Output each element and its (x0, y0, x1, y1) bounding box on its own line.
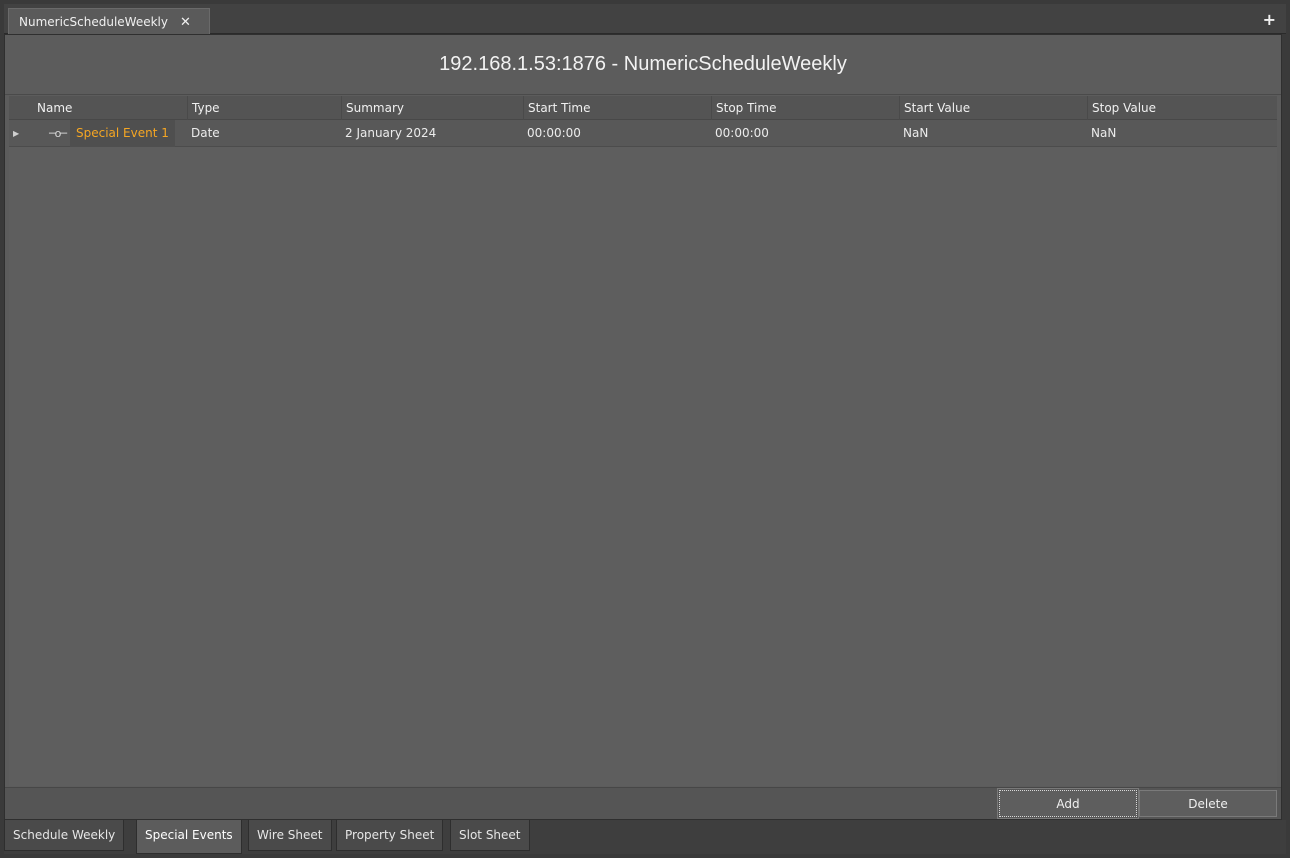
tab-wire-sheet[interactable]: Wire Sheet (248, 820, 332, 851)
special-events-table: Name Type Summary Start Time Stop Time S… (9, 96, 1277, 786)
type-cell: Date (191, 126, 220, 140)
column-header-summary[interactable]: Summary (341, 96, 523, 120)
column-header-stop-time[interactable]: Stop Time (711, 96, 899, 120)
start-value-cell: NaN (903, 126, 929, 140)
stop-time-cell: 00:00:00 (715, 126, 769, 140)
tab-property-sheet[interactable]: Property Sheet (336, 820, 444, 851)
tab-slot-sheet[interactable]: Slot Sheet (450, 820, 530, 851)
button-bar: Add Delete (5, 787, 1281, 819)
view-tab-bar: Schedule Weekly Special Events Wire Shee… (4, 820, 1286, 854)
document-tab-title: NumericScheduleWeekly (19, 15, 168, 29)
table-header: Name Type Summary Start Time Stop Time S… (9, 96, 1277, 120)
add-button[interactable]: Add (997, 788, 1139, 819)
page-title: 192.168.1.53:1876 - NumericScheduleWeekl… (5, 35, 1281, 95)
column-header-start-time[interactable]: Start Time (523, 96, 711, 120)
document-tab-strip: NumericScheduleWeekly ✕ + (4, 4, 1286, 35)
column-header-start-value[interactable]: Start Value (899, 96, 1087, 120)
column-header-name[interactable]: Name (33, 96, 187, 120)
special-events-panel: 192.168.1.53:1876 - NumericScheduleWeekl… (4, 34, 1282, 820)
event-name: Special Event 1 (69, 120, 175, 147)
close-icon[interactable]: ✕ (180, 15, 191, 30)
name-cell: ─o─ Special Event 1 (41, 120, 187, 147)
expand-arrow-icon[interactable]: ▶ (13, 120, 19, 147)
document-tab[interactable]: NumericScheduleWeekly ✕ (8, 8, 210, 35)
start-time-cell: 00:00:00 (527, 126, 581, 140)
table-row[interactable]: ▶ ─o─ Special Event 1 Date 2 January 202… (9, 120, 1277, 147)
column-header-stop-value[interactable]: Stop Value (1087, 96, 1277, 120)
link-icon: ─o─ (49, 127, 67, 140)
delete-button[interactable]: Delete (1139, 790, 1277, 817)
column-header-type[interactable]: Type (187, 96, 341, 120)
summary-cell: 2 January 2024 (345, 126, 437, 140)
tab-special-events[interactable]: Special Events (136, 820, 242, 854)
tab-schedule-weekly[interactable]: Schedule Weekly (4, 820, 125, 851)
add-tab-icon[interactable]: + (1263, 10, 1276, 29)
stop-value-cell: NaN (1091, 126, 1117, 140)
